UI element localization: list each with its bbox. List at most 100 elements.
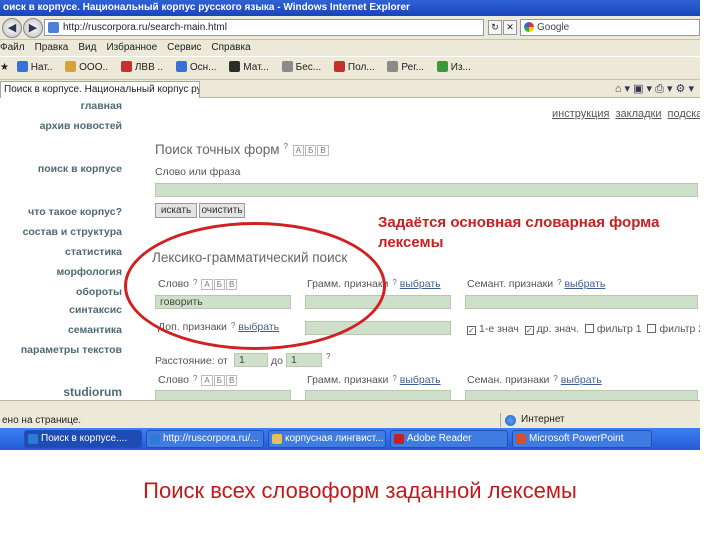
distance-label: Расстояние: от xyxy=(155,355,228,367)
word2-input[interactable] xyxy=(155,390,291,400)
menu-bar: Файл Правка Вид Избранное Сервис Справка xyxy=(0,40,700,56)
checkbox-filter-2[interactable] xyxy=(647,324,657,333)
help-icon[interactable]: ? xyxy=(557,278,561,287)
refresh-button[interactable]: ↻ xyxy=(488,20,502,35)
sidebar-item-structure[interactable]: состав и структура xyxy=(23,226,122,238)
web-search-placeholder: Google xyxy=(537,22,570,33)
taskbar-item[interactable]: Microsoft PowerPoint xyxy=(512,430,652,448)
gram2-label: Грамм. признаки? выбрать xyxy=(307,374,441,386)
choose-gram2-link[interactable]: выбрать xyxy=(400,374,441,386)
word-input[interactable]: говорить xyxy=(155,295,291,309)
favorite-link[interactable]: ЛВВ .. xyxy=(120,57,163,79)
gram-input[interactable] xyxy=(305,295,451,309)
sidebar-item-news-archive[interactable]: архив новостей xyxy=(40,120,122,132)
menu-tools[interactable]: Сервис xyxy=(167,42,201,53)
checkbox-other-meaning[interactable]: ✓ xyxy=(524,326,534,335)
sidebar-item-studiorum[interactable]: studiorum xyxy=(63,385,122,399)
help-icon[interactable]: ? xyxy=(231,321,235,330)
keyboard-key[interactable]: Б xyxy=(213,374,225,386)
keyboard-key[interactable]: Б xyxy=(305,144,317,156)
status-text: ено на странице. xyxy=(2,415,82,426)
checkbox-filter-1[interactable] xyxy=(584,324,594,333)
stop-button[interactable]: ✕ xyxy=(503,20,517,35)
lexgram-heading: Лексико-грамматический поиск xyxy=(152,250,348,265)
favorite-icon xyxy=(175,61,187,72)
sidebar-item-search[interactable]: поиск в корпусе xyxy=(38,163,122,175)
help-icon[interactable]: ? xyxy=(284,142,288,151)
link-instructions[interactable]: инструкция xyxy=(552,108,609,120)
window-title: оиск в корпусе. Национальный корпус русс… xyxy=(0,0,700,16)
sidebar-item-syntax[interactable]: синтаксис xyxy=(69,304,122,316)
toolbar-tools[interactable]: ⌂ ▾ ▣ ▾ ⎙ ▾ ⚙ ▾ xyxy=(615,80,694,98)
sidebar-item-morphology[interactable]: морфология xyxy=(56,266,122,278)
forward-button[interactable]: ▶ xyxy=(23,18,43,38)
taskbar-item[interactable]: Поиск в корпусе.... xyxy=(24,430,142,448)
keyboard-key[interactable]: Б xyxy=(213,278,225,290)
favorite-link[interactable]: Мат... xyxy=(229,57,269,79)
favorite-icon xyxy=(436,61,448,72)
sem2-input[interactable] xyxy=(465,390,698,400)
menu-view[interactable]: Вид xyxy=(78,42,96,53)
sidebar-item-text-params[interactable]: параметры текстов xyxy=(21,344,122,356)
distance-from-input[interactable]: 1 xyxy=(234,353,268,367)
sidebar-item-what-is-corpus[interactable]: что такое корпус? xyxy=(28,206,122,218)
help-icon[interactable]: ? xyxy=(326,352,330,361)
checkbox-first-meaning[interactable]: ✓ xyxy=(467,326,476,335)
taskbar-item[interactable]: Adobe Reader xyxy=(390,430,508,448)
extra-input[interactable] xyxy=(305,321,451,335)
help-icon[interactable]: ? xyxy=(392,374,396,383)
favorite-link[interactable]: Пол... xyxy=(333,57,375,79)
favorites-star-icon[interactable]: ★ xyxy=(0,57,14,79)
taskbar-item[interactable]: корпусная лингвист... xyxy=(268,430,386,448)
sidebar-item-semantics[interactable]: семантика xyxy=(68,324,122,336)
favorite-icon xyxy=(281,61,293,72)
favorite-icon xyxy=(229,61,241,72)
keyboard-key[interactable]: В xyxy=(317,144,329,156)
favorite-link[interactable]: ООО.. xyxy=(65,57,108,79)
url-input[interactable]: http://ruscorpora.ru/search-main.html xyxy=(44,19,484,36)
choose-gram-link[interactable]: выбрать xyxy=(400,278,441,290)
link-hint[interactable]: подсказка xyxy=(667,108,700,120)
web-search-input[interactable]: Google xyxy=(520,19,700,36)
favorite-link[interactable]: Из... xyxy=(436,57,471,79)
choose-sem2-link[interactable]: выбрать xyxy=(561,374,602,386)
gram2-input[interactable] xyxy=(305,390,451,400)
keyboard-key[interactable]: В xyxy=(225,374,238,386)
taskbar-item[interactable]: http://ruscorpora.ru/... xyxy=(146,430,264,448)
help-icon[interactable]: ? xyxy=(193,278,197,287)
help-icon[interactable]: ? xyxy=(193,374,197,383)
help-icon[interactable]: ? xyxy=(392,278,396,287)
search-button[interactable]: искать xyxy=(155,203,197,218)
globe-icon xyxy=(505,415,516,426)
menu-file[interactable]: Файл xyxy=(0,42,25,53)
favorite-link[interactable]: Нат.. xyxy=(16,57,52,79)
phrase-input[interactable] xyxy=(155,183,698,197)
favorite-link[interactable]: Осн... xyxy=(175,57,217,79)
back-button[interactable]: ◀ xyxy=(2,18,22,38)
sem-input[interactable] xyxy=(465,295,698,309)
favorite-icon xyxy=(333,61,345,72)
help-icon[interactable]: ? xyxy=(553,374,557,383)
clear-button[interactable]: очистить xyxy=(199,203,245,218)
favorite-link[interactable]: Бес... xyxy=(281,57,321,79)
sidebar-item-statistics[interactable]: статистика xyxy=(65,246,122,258)
keyboard-key[interactable]: А xyxy=(201,374,213,386)
exact-search-heading: Поиск точных форм? АБВ xyxy=(155,142,329,157)
keyboard-key[interactable]: А xyxy=(201,278,213,290)
keyboard-key[interactable]: А xyxy=(292,144,305,156)
choose-extra-link[interactable]: выбрать xyxy=(238,321,279,333)
menu-favorites[interactable]: Избранное xyxy=(106,42,157,53)
tab-row: Поиск в корпусе. Национальный корпус рус… xyxy=(0,80,700,98)
tab-search-corpus[interactable]: Поиск в корпусе. Национальный корпус рус… xyxy=(0,81,200,98)
link-bookmarks[interactable]: закладки xyxy=(615,108,661,120)
favorite-link[interactable]: Рег... xyxy=(387,57,424,79)
sidebar-item-phrases[interactable]: обороты xyxy=(76,286,122,298)
distance-to-input[interactable]: 1 xyxy=(286,353,322,367)
sidebar-item-home[interactable]: главная xyxy=(81,100,122,112)
menu-help[interactable]: Справка xyxy=(211,42,250,53)
choose-sem-link[interactable]: выбрать xyxy=(564,278,605,290)
menu-edit[interactable]: Правка xyxy=(35,42,69,53)
page-icon xyxy=(48,22,59,33)
filter-checkboxes: ✓ 1-е знач ✓ др. знач. фильтр 1 фильтр 2 xyxy=(467,323,700,335)
keyboard-key[interactable]: В xyxy=(225,278,238,290)
